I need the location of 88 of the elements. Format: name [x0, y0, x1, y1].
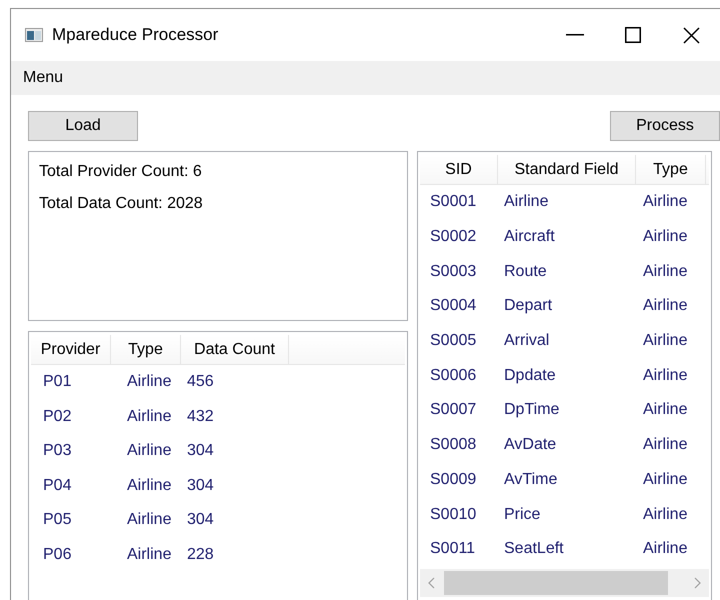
table-cell-text: S0010	[429, 504, 478, 525]
field-row[interactable]: S0009 AvTime Airline	[420, 462, 709, 498]
field-row[interactable]: S0007 DpTime Airline	[420, 393, 709, 428]
column-header[interactable]: SID	[420, 155, 498, 184]
table-cell-text: S0003	[429, 262, 478, 282]
table-cell-text: S0005	[429, 331, 478, 352]
table-cell-text: Airline	[642, 539, 688, 560]
provider-row[interactable]: P03 Airline 304	[31, 434, 405, 468]
table-cell-text: Airline	[126, 544, 172, 565]
provider-row[interactable]: P02 Airline 432	[31, 400, 405, 434]
table-cell-text: Airline	[642, 435, 688, 456]
table-cell-text: 432	[186, 406, 215, 427]
table-cell-text: Airline	[503, 192, 550, 212]
table-cell-text: P02	[42, 406, 72, 427]
table-cell-text: Airline	[126, 372, 172, 392]
provider-row[interactable]: P05 Airline 304	[31, 503, 405, 538]
close-icon	[682, 26, 700, 44]
column-header[interactable]: Type	[111, 335, 181, 364]
field-row[interactable]: S0004 Depart Airline	[420, 289, 709, 324]
menu-item[interactable]: Menu	[11, 66, 76, 90]
column-header[interactable]: Provider	[31, 335, 111, 364]
scroll-right-icon[interactable]	[693, 576, 701, 589]
process-button[interactable]: Process	[610, 111, 720, 141]
horizontal-scrollbar[interactable]	[420, 568, 709, 597]
field-row[interactable]: S0001 Airline Airline	[420, 185, 709, 220]
table-cell-text: S0004	[429, 296, 478, 316]
table-cell-text: P01	[42, 372, 72, 392]
table-cell-text: SeatLeft	[503, 539, 565, 560]
table-cell-text: Route	[503, 262, 548, 282]
minimize-icon	[566, 34, 584, 36]
field-row[interactable]: S0003 Route Airline	[420, 254, 709, 290]
field-row[interactable]: S0008 AvDate Airline	[420, 428, 709, 462]
table-cell-text: S0001	[429, 192, 478, 212]
table-cell-text: Dpdate	[503, 366, 557, 386]
table-cell-text: Airline	[126, 406, 172, 427]
table-cell-text: 228	[186, 544, 215, 565]
field-row[interactable]: S0006 Dpdate Airline	[420, 358, 709, 394]
table-cell-text: S0007	[429, 400, 478, 420]
table-cell-text: Depart	[503, 296, 554, 316]
load-button[interactable]: Load	[28, 111, 138, 141]
table-cell-text: S0006	[429, 366, 478, 386]
table-cell-text: P06	[42, 544, 72, 565]
column-header[interactable]: Standard Field	[498, 155, 636, 184]
table-cell-text: 304	[186, 476, 215, 496]
table-cell-text: P03	[42, 441, 72, 462]
table-cell-text: S0008	[429, 435, 478, 456]
table-cell-text: Airline	[642, 400, 688, 420]
table-cell-text: Airline	[642, 470, 688, 490]
table-cell-text: Price	[503, 504, 542, 525]
table-cell-text: 456	[186, 372, 215, 392]
maximize-icon	[625, 27, 641, 43]
table-cell-text: Airline	[642, 504, 688, 525]
column-header[interactable]: Type	[636, 155, 706, 184]
field-row[interactable]: S0011 SeatLeft Airline	[420, 532, 709, 567]
scroll-left-icon[interactable]	[428, 576, 436, 589]
table-cell-text: Airline	[642, 262, 688, 282]
table-cell-text: Airline	[642, 366, 688, 386]
table-cell-text: P04	[42, 476, 72, 496]
table-cell-text: AvDate	[503, 435, 558, 456]
table-cell-text: Airline	[642, 296, 688, 316]
field-row[interactable]: S0010 Price Airline	[420, 497, 709, 532]
table-cell-text: Airline	[126, 441, 172, 462]
table-cell-text: AvTime	[503, 470, 558, 490]
summary-text: Total Provider Count: 6	[39, 162, 203, 182]
table-cell-text: Airline	[126, 476, 172, 496]
app-icon	[25, 28, 43, 42]
table-cell-text: DpTime	[503, 400, 560, 420]
table-cell-text: Aircraft	[503, 227, 556, 248]
summary-text: Total Data Count: 2028	[39, 194, 204, 214]
table-cell-text: Arrival	[503, 331, 550, 352]
table-cell-text: Airline	[642, 192, 688, 212]
field-row[interactable]: S0002 Aircraft Airline	[420, 220, 709, 254]
window-title: Mpareduce Processor	[52, 24, 218, 46]
table-cell-text: S0002	[429, 227, 478, 248]
scrollbar-thumb[interactable]	[444, 570, 668, 595]
table-cell-text: S0009	[429, 470, 478, 490]
provider-row[interactable]: P06 Airline 228	[31, 538, 405, 572]
table-cell-text: Airline	[642, 227, 688, 248]
table-cell-text: 304	[186, 441, 215, 462]
provider-row[interactable]: P01 Airline 456	[31, 365, 405, 400]
table-cell-text: Airline	[126, 510, 172, 530]
field-row[interactable]: S0005 Arrival Airline	[420, 324, 709, 358]
table-cell-text: S0011	[429, 539, 476, 560]
table-cell-text: Airline	[642, 331, 688, 352]
provider-row[interactable]: P04 Airline 304	[31, 468, 405, 503]
table-cell-text: 304	[186, 510, 215, 530]
table-cell-text: P05	[42, 510, 72, 530]
column-header[interactable]: Data Count	[181, 335, 289, 364]
